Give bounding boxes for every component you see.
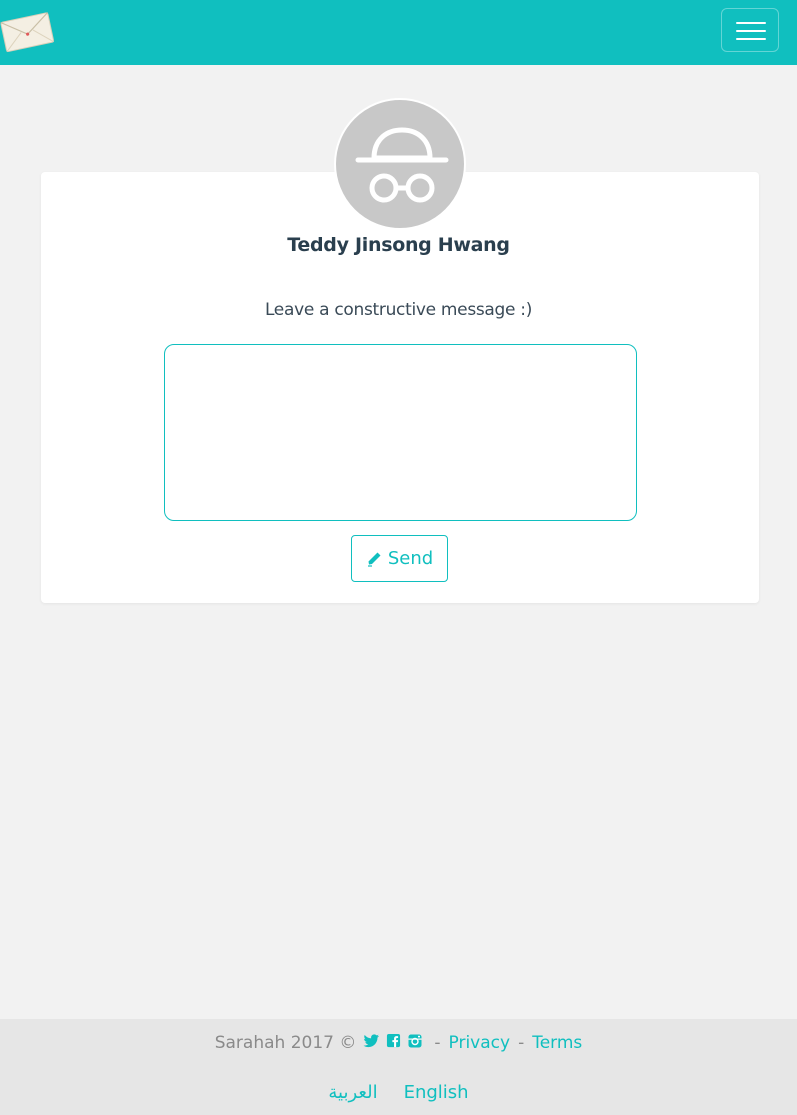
- incognito-avatar-icon: [355, 127, 449, 203]
- top-navbar: [0, 0, 797, 65]
- profile-name: Teddy Jinsong Hwang: [287, 234, 510, 256]
- privacy-link[interactable]: Privacy: [449, 1033, 511, 1053]
- twitter-icon: [363, 1034, 380, 1048]
- profile-avatar: [334, 98, 466, 230]
- hamburger-line: [736, 30, 766, 32]
- footer-separator: -: [518, 1033, 525, 1053]
- hamburger-line: [736, 38, 766, 40]
- send-button[interactable]: Send: [351, 535, 448, 582]
- facebook-link[interactable]: [383, 1033, 404, 1053]
- language-english-link[interactable]: English: [404, 1082, 469, 1103]
- pencil-icon: [367, 552, 381, 567]
- message-textarea[interactable]: [164, 344, 637, 521]
- language-switcher: العربية English: [0, 1079, 797, 1105]
- menu-toggle-button[interactable]: [721, 8, 779, 52]
- footer-links-row: Sarahah 2017 © - Privacy - Terms: [0, 1030, 797, 1056]
- instagram-icon: [408, 1034, 422, 1047]
- instagram-link[interactable]: [404, 1033, 426, 1054]
- social-links: [360, 1032, 426, 1054]
- send-button-label: Send: [387, 548, 434, 569]
- copyright-text: Sarahah 2017 ©: [214, 1033, 357, 1053]
- facebook-icon: [387, 1033, 401, 1048]
- hamburger-line: [736, 22, 766, 24]
- envelope-icon: [0, 12, 55, 53]
- terms-link[interactable]: Terms: [532, 1033, 582, 1053]
- language-arabic-link[interactable]: العربية: [328, 1082, 377, 1103]
- message-prompt: Leave a constructive message :): [264, 300, 533, 320]
- twitter-link[interactable]: [360, 1032, 383, 1054]
- footer-separator: -: [434, 1033, 441, 1053]
